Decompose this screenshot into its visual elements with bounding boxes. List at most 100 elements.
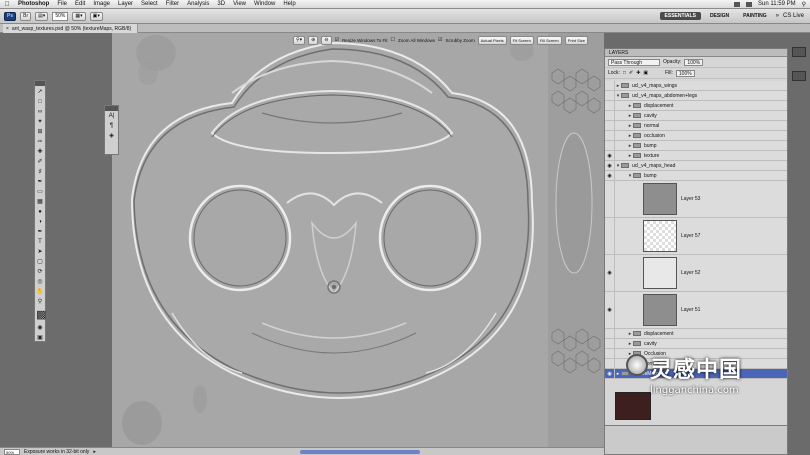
layer-row[interactable]: ◉ Layer 52: [605, 255, 787, 292]
layer-group[interactable]: ▾ ucl_v4_maps_abdomen+legs: [605, 91, 787, 101]
menu-analysis[interactable]: Analysis: [183, 1, 213, 7]
shape-tool-icon[interactable]: ▢: [36, 258, 44, 266]
layer-group[interactable]: ◉ ▾ ucl_v4_maps_head: [605, 161, 787, 171]
scrubby-zoom-checkbox[interactable]: ☑: [438, 37, 442, 43]
dock-panel-icon[interactable]: [792, 71, 806, 81]
hand-tool-icon[interactable]: ✋: [36, 288, 44, 296]
layer-group[interactable]: ◉ ▸ texture: [605, 151, 787, 161]
layer-group[interactable]: ▸ normal: [605, 359, 787, 369]
character-panel-icon[interactable]: A|: [105, 111, 118, 121]
zoom-in-icon[interactable]: ⊕: [308, 35, 319, 45]
pen-tool-icon[interactable]: ✒: [36, 228, 44, 236]
opacity-input[interactable]: 100%: [684, 58, 704, 66]
status-arrow-icon[interactable]: ▸: [93, 449, 96, 455]
resize-windows-checkbox[interactable]: ☑: [335, 37, 339, 43]
color-swatches-icon[interactable]: ▩: [36, 308, 46, 322]
zoom-all-checkbox[interactable]: ☐: [391, 37, 395, 43]
menu-view[interactable]: View: [229, 1, 250, 7]
status-zoom[interactable]: 50%: [4, 448, 20, 455]
visibility-toggle[interactable]: [605, 101, 615, 110]
move-tool-icon[interactable]: ➚: [36, 88, 44, 96]
lock-all-icon[interactable]: ▣: [643, 70, 648, 76]
menu-3d[interactable]: 3D: [213, 1, 229, 7]
dodge-tool-icon[interactable]: ◑: [36, 218, 44, 226]
eye-icon[interactable]: ◉: [605, 369, 615, 378]
eye-icon[interactable]: ◉: [605, 255, 615, 291]
gradient-tool-icon[interactable]: ▦: [36, 198, 44, 206]
visibility-toggle[interactable]: [605, 329, 615, 338]
brush-tool-icon[interactable]: ✐: [36, 158, 44, 166]
layer-group[interactable]: ▸ bump: [605, 141, 787, 151]
history-brush-tool-icon[interactable]: ✒: [36, 178, 44, 186]
zoom-tool-icon-box[interactable]: ⚲: [36, 298, 44, 306]
visibility-toggle[interactable]: [605, 121, 615, 130]
layer-group[interactable]: ◉ ▾ bump: [605, 171, 787, 181]
menu-edit[interactable]: Edit: [71, 1, 89, 7]
screen-mode-icon[interactable]: ▣: [36, 334, 44, 342]
visibility-toggle[interactable]: [605, 81, 615, 90]
tools-panel-header[interactable]: [35, 81, 45, 86]
fit-screen-button[interactable]: Fit Screen: [509, 35, 534, 45]
menu-select[interactable]: Select: [137, 1, 162, 7]
lock-pixels-icon[interactable]: ✐: [629, 70, 633, 76]
visibility-toggle[interactable]: [605, 141, 615, 150]
marquee-tool-icon[interactable]: □: [36, 98, 44, 106]
bridge-icon[interactable]: Br: [20, 11, 32, 21]
3d-rotate-tool-icon[interactable]: ⟳: [36, 268, 44, 276]
zoom-out-icon[interactable]: ⊖: [321, 35, 332, 45]
eyedropper-tool-icon[interactable]: ✑: [36, 138, 44, 146]
fill-input[interactable]: 100%: [675, 69, 695, 77]
layer-row[interactable]: Layer 57: [605, 218, 787, 255]
layer-row[interactable]: ◉ Layer 51: [605, 292, 787, 329]
type-tool-icon[interactable]: T: [36, 238, 44, 246]
close-tab-icon[interactable]: ×: [6, 26, 9, 32]
layer-group[interactable]: ▸ displacement: [605, 101, 787, 111]
visibility-toggle[interactable]: [605, 131, 615, 140]
layer-group[interactable]: ▸ ucl_v4_maps_wings: [605, 81, 787, 91]
blend-mode-select[interactable]: Pass Through: [608, 58, 660, 66]
layer-group[interactable]: ▸ cavity: [605, 111, 787, 121]
print-size-button[interactable]: Print Size: [564, 35, 588, 45]
view-extras-button[interactable]: ▤▾: [35, 11, 49, 21]
3d-orbit-tool-icon[interactable]: ◎: [36, 278, 44, 286]
paths-panel-icon[interactable]: ◈: [105, 131, 118, 141]
layer-group[interactable]: ▸ displacement: [605, 329, 787, 339]
visibility-toggle[interactable]: [605, 218, 615, 254]
apple-menu-icon[interactable]: : [0, 1, 14, 8]
paragraph-panel-icon[interactable]: ¶: [105, 121, 118, 131]
wifi-icon[interactable]: [746, 1, 752, 7]
eye-icon[interactable]: ◉: [605, 171, 615, 180]
clock[interactable]: Sun 11:59 PM: [758, 1, 796, 7]
visibility-toggle[interactable]: [605, 349, 615, 358]
arrange-documents-button[interactable]: ▦▾: [72, 11, 86, 21]
stamp-tool-icon[interactable]: ♯: [36, 168, 44, 176]
eye-icon[interactable]: ◉: [605, 292, 615, 328]
visibility-toggle[interactable]: [605, 111, 615, 120]
spotlight-icon[interactable]: ⚲: [802, 1, 806, 8]
layer-row[interactable]: Layer 53: [605, 181, 787, 218]
actual-pixels-button[interactable]: Actual Pixels: [477, 35, 507, 45]
blur-tool-icon[interactable]: ●: [36, 208, 44, 216]
app-menu[interactable]: Photoshop: [14, 1, 53, 7]
workspace-design[interactable]: DESIGN: [705, 12, 734, 20]
more-workspaces-icon[interactable]: »: [776, 13, 779, 19]
screen-mode-button[interactable]: ▣▾: [89, 11, 103, 21]
layer-group-selected[interactable]: ◉ ▸ textureMaps: [605, 369, 787, 379]
layer-group[interactable]: ▸ cavity: [605, 339, 787, 349]
eye-icon[interactable]: ◉: [605, 151, 615, 160]
menu-window[interactable]: Window: [250, 1, 279, 7]
menu-image[interactable]: Image: [89, 1, 114, 7]
menu-help[interactable]: Help: [279, 1, 299, 7]
cs-live-button[interactable]: CS Live: [783, 13, 804, 19]
visibility-toggle[interactable]: [605, 339, 615, 348]
quick-select-tool-icon[interactable]: ✦: [36, 118, 44, 126]
lock-transparency-icon[interactable]: □: [623, 70, 626, 76]
lock-position-icon[interactable]: ✚: [636, 70, 640, 76]
dock-panel-icon[interactable]: [792, 47, 806, 57]
visibility-toggle[interactable]: [605, 181, 615, 217]
eye-icon[interactable]: ◉: [605, 161, 615, 170]
horizontal-scrollbar[interactable]: [300, 450, 420, 454]
lasso-tool-icon[interactable]: ∞: [36, 108, 44, 116]
crop-tool-icon[interactable]: ⊞: [36, 128, 44, 136]
document-canvas[interactable]: [112, 33, 604, 455]
